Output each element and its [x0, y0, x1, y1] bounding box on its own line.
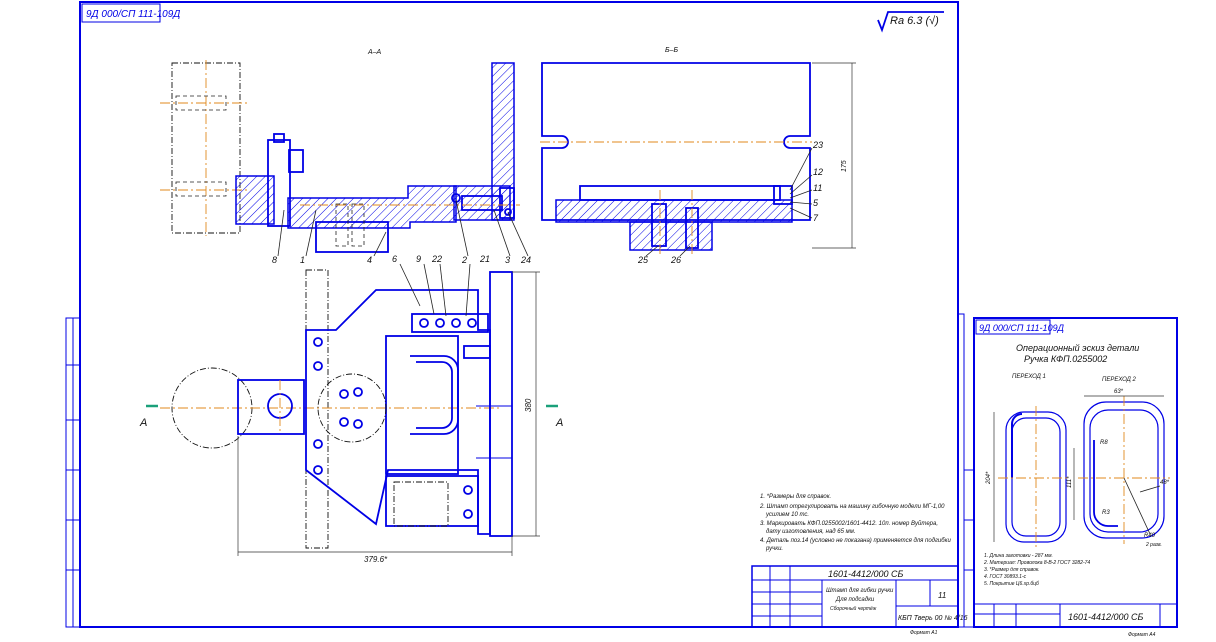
side-dim-r8: R8 [1100, 440, 1108, 446]
balloon-5: 5 [813, 198, 819, 208]
dim-380: 380 [524, 398, 533, 412]
side-dim-48: 48* [1160, 480, 1170, 486]
balloon-25: 25 [637, 255, 649, 265]
main-note-1: 1. *Размеры для справок. [760, 494, 831, 500]
side-dim-2razv: 2 разв. [1145, 542, 1162, 548]
balloon-8: 8 [272, 255, 277, 265]
view-marker-a-right: А [555, 417, 563, 429]
main-title-code: 1601-4412/000 СБ [828, 569, 904, 579]
main-title-name-2: Для подсадки [835, 597, 875, 603]
balloon-7: 7 [813, 213, 819, 223]
main-top-code: 9Д 000/СП 111-109Д [86, 9, 180, 20]
part-sketch-2 [1073, 395, 1170, 544]
section-b-drawing [540, 62, 856, 255]
side-title-1: Операционный эскиз детали [1016, 343, 1139, 353]
side-note-5: 5. Покрытие Ц6.хр.бцб [984, 581, 1039, 587]
side-dim-63: 63* [1114, 389, 1124, 395]
balloon-4: 4 [367, 255, 372, 265]
section-a-drawing [160, 60, 520, 253]
plan-view-drawing [146, 269, 558, 556]
view-marker-a-left: А [139, 417, 147, 429]
side-dim-r40: R40 [1144, 533, 1156, 539]
balloon-21: 21 [479, 254, 490, 264]
main-note-5: дату изготовления, над 65 мм. [766, 529, 856, 535]
side-note-3: 3. *Размер для справок. [984, 567, 1040, 573]
roughness-text: Ra 6.3 (√) [890, 15, 939, 27]
part-sketch-1 [993, 406, 1070, 548]
section-a-label: А–А [367, 49, 382, 56]
side-dim-r3: R3 [1102, 510, 1110, 516]
balloon-22: 22 [431, 254, 442, 264]
main-title-name-1: Штамп для гибки ручки [826, 588, 894, 594]
side-top-code: 9Д 000/СП 111-109Д [979, 323, 1065, 333]
side-note-1: 1. Длина заготовки - 287 мм. [984, 553, 1053, 559]
balloon-6: 6 [392, 254, 397, 264]
side-dim-204: 204* [986, 471, 992, 485]
side-step-2: ПЕРЕХОД 2 [1102, 377, 1137, 383]
balloon-26: 26 [670, 255, 681, 265]
balloon-1: 1 [300, 255, 305, 265]
main-note-3: усилием 10 тс. [765, 512, 809, 518]
side-step-1: ПЕРЕХОД 1 [1012, 374, 1046, 380]
balloon-3: 3 [505, 255, 510, 265]
dim-175: 175 [841, 160, 848, 172]
main-title-org: КБП Тверь 00 № 4/16 [898, 615, 968, 622]
balloon-2: 2 [461, 255, 467, 265]
side-code: 1601-4412/000 СБ [1068, 612, 1144, 622]
main-title-name-3: Сборочный чертёж [830, 605, 877, 612]
side-dim-111: 111* [1067, 476, 1073, 488]
side-note-4: 4. ГОСТ 30893.1-с [984, 574, 1027, 580]
side-note-2: 2. Материал: Проволока 8-В-2 ГОСТ 3282-7… [983, 560, 1090, 566]
main-note-4: 3. Маркировать КФП.0255002/1601-4412. 10… [760, 520, 938, 527]
balloon-12: 12 [813, 167, 823, 177]
main-format: Формат А1 [910, 630, 938, 636]
drawing-canvas: 9Д 000/СП 111-109Д Ra 6.3 (√) А–А Б–Б 8 … [65, 1, 1178, 638]
balloon-11: 11 [813, 183, 822, 193]
balloon-23: 23 [812, 140, 823, 150]
main-title-sheet: 11 [938, 591, 946, 600]
balloon-24: 24 [520, 255, 531, 265]
side-format: Формат А4 [1128, 632, 1156, 638]
dim-379: 379.6* [364, 555, 388, 564]
section-b-label: Б–Б [665, 47, 678, 54]
main-note-7: ручки. [765, 546, 783, 552]
side-title-2: Ручка КФП.0255002 [1024, 354, 1107, 364]
main-note-6: 4. Деталь поз.14 (условно не показана) п… [760, 538, 951, 544]
main-note-2: 2. Штамп отрегулировать на машину гибочн… [759, 504, 945, 510]
balloon-9: 9 [416, 254, 421, 264]
